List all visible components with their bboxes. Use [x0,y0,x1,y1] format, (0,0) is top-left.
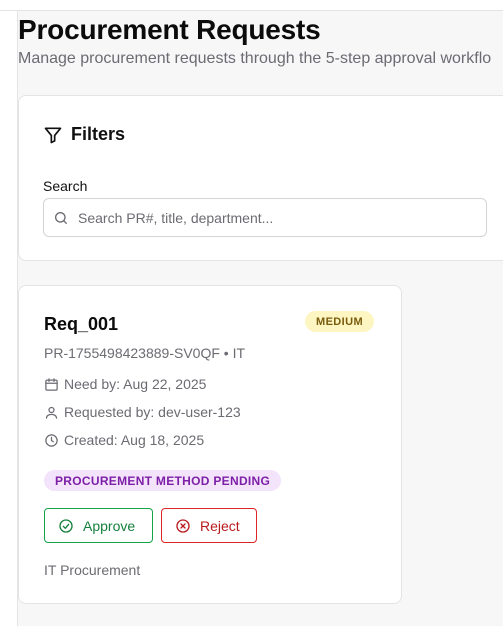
filters-card: Filters Search [18,95,503,261]
request-number: PR-1755498423889-SV0QF • IT [44,345,246,361]
search-input[interactable] [78,209,468,226]
priority-badge: MEDIUM [305,311,375,332]
requested-by-row: Requested by: dev-user-123 [44,404,241,420]
reject-button[interactable]: Reject [161,508,257,543]
search-field[interactable] [43,198,487,237]
request-card[interactable]: Req_001 MEDIUM PR-1755498423889-SV0QF • … [18,285,402,604]
search-label: Search [43,178,88,194]
page-subtitle: Manage procurement requests through the … [18,50,492,67]
created-text: Created: Aug 18, 2025 [64,432,205,448]
top-bar [0,0,503,11]
requested-by-text: Requested by: dev-user-123 [64,404,241,420]
x-circle-icon [175,518,191,534]
search-icon [53,210,69,226]
department-label: IT Procurement [44,562,141,578]
sidebar-rail [0,11,18,626]
filters-title: Filters [71,124,126,144]
filters-header: Filters [43,124,125,145]
reject-label: Reject [200,517,240,534]
approve-button[interactable]: Approve [44,508,153,543]
check-circle-icon [58,518,74,534]
calendar-icon [44,377,59,392]
filter-icon [43,125,63,145]
clock-icon [44,433,59,448]
approve-label: Approve [83,517,136,534]
need-by-row: Need by: Aug 22, 2025 [44,376,206,392]
created-row: Created: Aug 18, 2025 [44,432,204,448]
page-title: Procurement Requests [18,14,321,45]
request-title[interactable]: Req_001 [44,314,118,335]
user-icon [44,405,59,420]
need-by-text: Need by: Aug 22, 2025 [64,376,207,392]
status-badge: PROCUREMENT METHOD PENDING [44,470,282,491]
